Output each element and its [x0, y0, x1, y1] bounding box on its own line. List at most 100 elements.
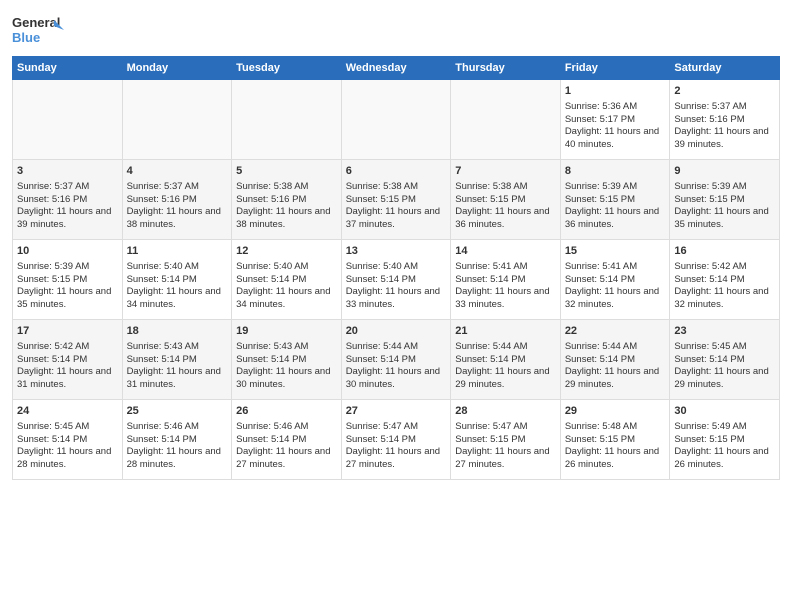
svg-text:Blue: Blue [12, 30, 40, 45]
day-info: Daylight: 11 hours and 30 minutes. [346, 366, 447, 392]
day-cell: 13Sunrise: 5:40 AMSunset: 5:14 PMDayligh… [341, 240, 451, 320]
day-info: Daylight: 11 hours and 39 minutes. [674, 126, 775, 152]
day-info: Sunset: 5:16 PM [17, 194, 118, 207]
day-number: 4 [127, 164, 228, 179]
header-row: SundayMondayTuesdayWednesdayThursdayFrid… [13, 57, 780, 80]
day-cell [122, 80, 232, 160]
day-header-wednesday: Wednesday [341, 57, 451, 80]
week-row-5: 24Sunrise: 5:45 AMSunset: 5:14 PMDayligh… [13, 400, 780, 480]
day-number: 17 [17, 324, 118, 339]
day-header-friday: Friday [560, 57, 670, 80]
day-info: Daylight: 11 hours and 30 minutes. [236, 366, 337, 392]
logo-svg: GeneralBlue [12, 12, 64, 48]
day-info: Sunrise: 5:47 AM [455, 421, 556, 434]
day-info: Sunset: 5:15 PM [674, 434, 775, 447]
header: GeneralBlue [12, 12, 780, 48]
day-info: Sunset: 5:14 PM [455, 354, 556, 367]
day-cell [232, 80, 342, 160]
day-number: 30 [674, 404, 775, 419]
logo: GeneralBlue [12, 12, 64, 48]
day-number: 10 [17, 244, 118, 259]
day-cell: 9Sunrise: 5:39 AMSunset: 5:15 PMDaylight… [670, 160, 780, 240]
day-cell: 16Sunrise: 5:42 AMSunset: 5:14 PMDayligh… [670, 240, 780, 320]
day-info: Sunrise: 5:39 AM [17, 261, 118, 274]
day-info: Sunrise: 5:44 AM [455, 341, 556, 354]
day-info: Daylight: 11 hours and 33 minutes. [346, 286, 447, 312]
day-info: Daylight: 11 hours and 35 minutes. [17, 286, 118, 312]
day-cell: 18Sunrise: 5:43 AMSunset: 5:14 PMDayligh… [122, 320, 232, 400]
day-cell: 23Sunrise: 5:45 AMSunset: 5:14 PMDayligh… [670, 320, 780, 400]
day-info: Sunrise: 5:37 AM [17, 181, 118, 194]
day-info: Daylight: 11 hours and 38 minutes. [127, 206, 228, 232]
day-cell: 4Sunrise: 5:37 AMSunset: 5:16 PMDaylight… [122, 160, 232, 240]
day-info: Sunset: 5:15 PM [455, 434, 556, 447]
day-header-sunday: Sunday [13, 57, 123, 80]
day-info: Sunrise: 5:38 AM [346, 181, 447, 194]
day-cell: 24Sunrise: 5:45 AMSunset: 5:14 PMDayligh… [13, 400, 123, 480]
week-row-3: 10Sunrise: 5:39 AMSunset: 5:15 PMDayligh… [13, 240, 780, 320]
day-info: Sunrise: 5:45 AM [17, 421, 118, 434]
day-info: Sunset: 5:15 PM [455, 194, 556, 207]
day-number: 15 [565, 244, 666, 259]
day-info: Daylight: 11 hours and 27 minutes. [346, 446, 447, 472]
day-number: 19 [236, 324, 337, 339]
day-info: Daylight: 11 hours and 27 minutes. [455, 446, 556, 472]
day-info: Sunrise: 5:39 AM [674, 181, 775, 194]
week-row-2: 3Sunrise: 5:37 AMSunset: 5:16 PMDaylight… [13, 160, 780, 240]
day-cell: 3 Sunrise: 5:37 AMSunset: 5:16 PMDaylight… [13, 160, 123, 240]
day-info: Sunset: 5:14 PM [346, 434, 447, 447]
day-number: 1 [565, 84, 666, 99]
day-info: Daylight: 11 hours and 29 minutes. [455, 366, 556, 392]
day-cell [13, 80, 123, 160]
day-cell: 29Sunrise: 5:48 AMSunset: 5:15 PMDayligh… [560, 400, 670, 480]
day-info: Sunset: 5:16 PM [127, 194, 228, 207]
day-info: Daylight: 11 hours and 39 minutes. [17, 206, 118, 232]
day-number: 9 [674, 164, 775, 179]
day-number: 18 [127, 324, 228, 339]
day-number: 7 [455, 164, 556, 179]
day-number: 25 [127, 404, 228, 419]
day-info: Sunset: 5:14 PM [674, 274, 775, 287]
day-info: Sunrise: 5:47 AM [346, 421, 447, 434]
day-cell: 30Sunrise: 5:49 AMSunset: 5:15 PMDayligh… [670, 400, 780, 480]
day-number: 13 [346, 244, 447, 259]
day-cell: 12Sunrise: 5:40 AMSunset: 5:14 PMDayligh… [232, 240, 342, 320]
day-info: Sunset: 5:14 PM [236, 274, 337, 287]
day-number: 20 [346, 324, 447, 339]
day-info: Daylight: 11 hours and 35 minutes. [674, 206, 775, 232]
day-number: 29 [565, 404, 666, 419]
day-cell: 21Sunrise: 5:44 AMSunset: 5:14 PMDayligh… [451, 320, 561, 400]
day-number: 3 [17, 164, 118, 179]
day-number: 2 [674, 84, 775, 99]
day-cell: 10Sunrise: 5:39 AMSunset: 5:15 PMDayligh… [13, 240, 123, 320]
day-number: 11 [127, 244, 228, 259]
day-cell: 5Sunrise: 5:38 AMSunset: 5:16 PMDaylight… [232, 160, 342, 240]
day-cell: 26Sunrise: 5:46 AMSunset: 5:14 PMDayligh… [232, 400, 342, 480]
day-info: Daylight: 11 hours and 26 minutes. [674, 446, 775, 472]
day-cell: 28Sunrise: 5:47 AMSunset: 5:15 PMDayligh… [451, 400, 561, 480]
day-cell [341, 80, 451, 160]
day-info: Daylight: 11 hours and 29 minutes. [674, 366, 775, 392]
day-info: Sunrise: 5:42 AM [674, 261, 775, 274]
day-info: Daylight: 11 hours and 31 minutes. [17, 366, 118, 392]
day-cell: 7Sunrise: 5:38 AMSunset: 5:15 PMDaylight… [451, 160, 561, 240]
day-cell: 25Sunrise: 5:46 AMSunset: 5:14 PMDayligh… [122, 400, 232, 480]
day-info: Daylight: 11 hours and 29 minutes. [565, 366, 666, 392]
day-info: Sunset: 5:14 PM [17, 354, 118, 367]
day-info: Sunrise: 5:41 AM [455, 261, 556, 274]
day-cell: 15Sunrise: 5:41 AMSunset: 5:14 PMDayligh… [560, 240, 670, 320]
day-cell: 27Sunrise: 5:47 AMSunset: 5:14 PMDayligh… [341, 400, 451, 480]
day-info: Sunrise: 5:41 AM [565, 261, 666, 274]
day-info: Sunrise: 5:44 AM [565, 341, 666, 354]
day-info: Daylight: 11 hours and 31 minutes. [127, 366, 228, 392]
day-info: Daylight: 11 hours and 34 minutes. [127, 286, 228, 312]
day-cell: 14Sunrise: 5:41 AMSunset: 5:14 PMDayligh… [451, 240, 561, 320]
day-number: 12 [236, 244, 337, 259]
day-number: 26 [236, 404, 337, 419]
day-info: Sunrise: 5:40 AM [127, 261, 228, 274]
day-header-tuesday: Tuesday [232, 57, 342, 80]
day-number: 16 [674, 244, 775, 259]
week-row-4: 17Sunrise: 5:42 AMSunset: 5:14 PMDayligh… [13, 320, 780, 400]
day-info: Sunrise: 5:38 AM [236, 181, 337, 194]
day-info: Sunset: 5:16 PM [236, 194, 337, 207]
